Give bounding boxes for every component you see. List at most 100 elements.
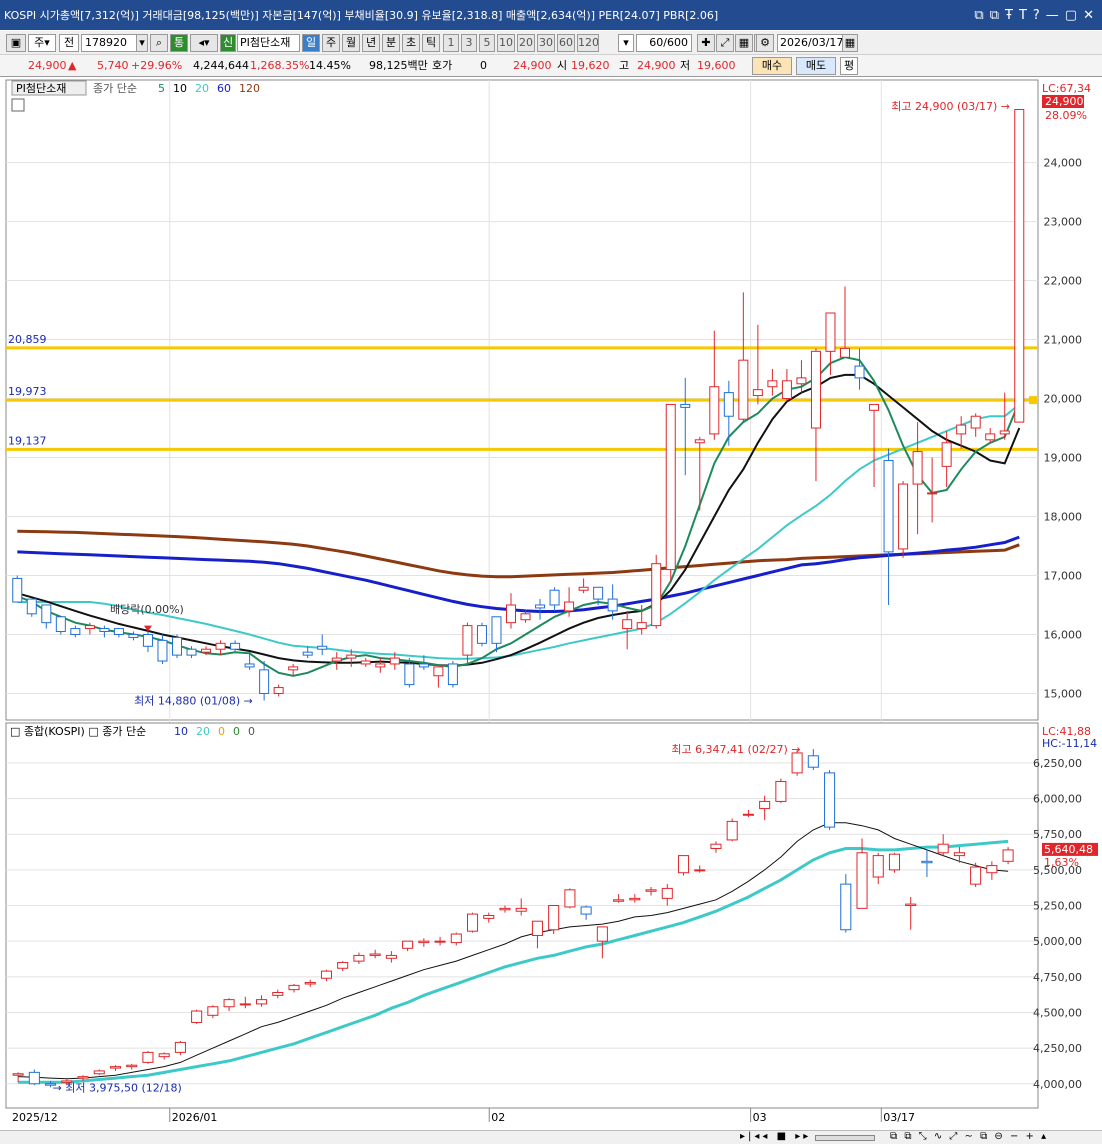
interval-button-30[interactable]: 30 [537,34,555,52]
candle-body [77,1076,89,1079]
restore-icon[interactable]: ⧉ [974,8,983,23]
interval-button-1[interactable]: 1 [443,34,459,52]
interval-button-120[interactable]: 120 [577,34,599,52]
sound-icon[interactable]: ◂▾ [190,34,218,52]
sell-button[interactable]: 매도 [796,57,836,75]
lower-ma-period: 10 [174,725,188,738]
y-tick-label: 23,000 [1044,216,1083,229]
interval-button-3[interactable]: 3 [461,34,477,52]
period-button-2[interactable]: 월 [342,34,360,52]
hoga-label: 호가 [432,59,453,72]
date-input[interactable]: 2026/03/17 [777,34,843,52]
stock-name-field[interactable]: PI첨단소재 [237,34,300,52]
candle-body [694,869,706,872]
period-button-3[interactable]: 년 [362,34,380,52]
period-button-0[interactable]: 일 [302,34,320,52]
candle-body [70,628,81,635]
zoom-tools-icon[interactable]: ⧉ ⧉ ⤡ ∿ ⤢ ∼ ⧉ ⊖ − + ▴ [890,1131,1048,1142]
candle-body [854,365,865,379]
candle-body [375,663,386,668]
interval-button-10[interactable]: 10 [497,34,515,52]
period-button-1[interactable]: 주 [322,34,340,52]
candle-body [505,604,517,624]
eval-button[interactable]: 평 [840,57,858,75]
candle-body [549,589,560,606]
y-tick-label: 22,000 [1044,275,1083,288]
period-select[interactable]: 주▾ [28,34,56,52]
candle-body [661,887,673,899]
y-tick-label: 4,750,00 [1033,971,1082,984]
support-line-label: 19,973 [8,385,47,398]
candle-body [956,424,967,435]
candle-body [986,865,998,874]
chart-area[interactable]: 24,000 23,000 22,000 21,000 20,000 19,000 18,0… [0,78,1102,1130]
candle-body [810,350,821,429]
open-label: 시 [557,59,568,72]
upper-ma-period: 60 [217,82,231,95]
close-button[interactable]: ✕ [1083,8,1094,23]
candle-body [418,940,430,944]
settings-gear-icon[interactable]: ⚙ [756,34,774,52]
indicator-icon[interactable]: ⤢ [716,34,734,52]
search-icon[interactable]: ⌕ [150,34,168,52]
calendar-icon[interactable]: ▦ [842,34,858,52]
candle-body [796,377,807,385]
grid-icon[interactable]: ▦ [735,34,753,52]
tong-button[interactable]: 통 [170,34,188,52]
lower-ma-period: 0 [248,725,255,738]
candle-body [970,866,982,885]
candle-body [905,903,917,907]
count-input[interactable]: 60/600 [636,34,692,52]
scroll-thumb[interactable] [815,1135,875,1141]
candle-body [709,386,720,435]
period-button-5[interactable]: 초 [402,34,420,52]
support-line-label: 19,137 [8,434,47,447]
candle-body [580,906,592,915]
y-tick-label: 21,000 [1044,334,1083,347]
playback-controls-icon[interactable]: ▸|◂◂ ■ ▸▸ [740,1131,811,1142]
text-icon[interactable]: T [1019,8,1027,23]
market-select[interactable]: 전 [59,34,79,52]
candle-body [433,666,444,677]
upper-ma-period: 120 [239,82,260,95]
x-tick-label: 2026/01 [172,1111,218,1124]
layout-icon[interactable]: ▣ [6,34,26,52]
max-annotation: 최고 24,900 (03/17) → [891,100,1010,113]
maximize-button[interactable]: ▢ [1065,8,1077,23]
help-icon[interactable]: ? [1033,8,1040,23]
minimize-button[interactable]: — [1046,8,1059,23]
change-value: 5,740 [97,59,129,72]
y-tick-label: 6,250,00 [1033,757,1082,770]
code-dropdown-icon[interactable]: ▾ [136,34,148,52]
interval-dropdown-icon[interactable]: ▾ [618,34,634,52]
min-annotation: 최저 14,880 (01/08) → [134,695,253,708]
price-value: 24,900 [28,59,67,72]
candle-body [840,883,852,931]
candle-body [55,616,66,633]
period-button-4[interactable]: 분 [382,34,400,52]
change-percent: +29.96% [131,59,183,72]
tile-icon[interactable]: ⧉ [990,8,999,23]
candle-body [402,940,414,949]
y-tick-label: 6,000,00 [1033,793,1082,806]
stock-code-value: 178920 [85,36,127,49]
interval-button-5[interactable]: 5 [479,34,495,52]
pin-icon[interactable]: Ŧ [1005,8,1013,23]
buy-button[interactable]: 매수 [752,57,792,75]
x-tick-label: 03/17 [883,1111,915,1124]
candle-body [404,663,415,686]
upper-last-price: 24,900 [1045,95,1084,108]
candle-body [564,889,576,908]
interval-button-60[interactable]: 60 [557,34,575,52]
upper-ma-period: 5 [158,82,165,95]
candle-body [613,899,625,902]
chart-scrollbar[interactable]: ▸|◂◂ ■ ▸▸ ⧉ ⧉ ⤡ ∿ ⤢ ∼ ⧉ ⊖ − + ▴ [0,1130,1102,1144]
crosshair-icon[interactable]: ✚ [697,34,715,52]
candle-body [346,654,357,659]
candle-body [288,984,300,991]
period-button-6[interactable]: 틱 [422,34,440,52]
volume-ratio: 1,268.35% [250,59,310,72]
interval-button-20[interactable]: 20 [517,34,535,52]
candle-body [215,642,226,650]
candle-body [883,459,894,553]
